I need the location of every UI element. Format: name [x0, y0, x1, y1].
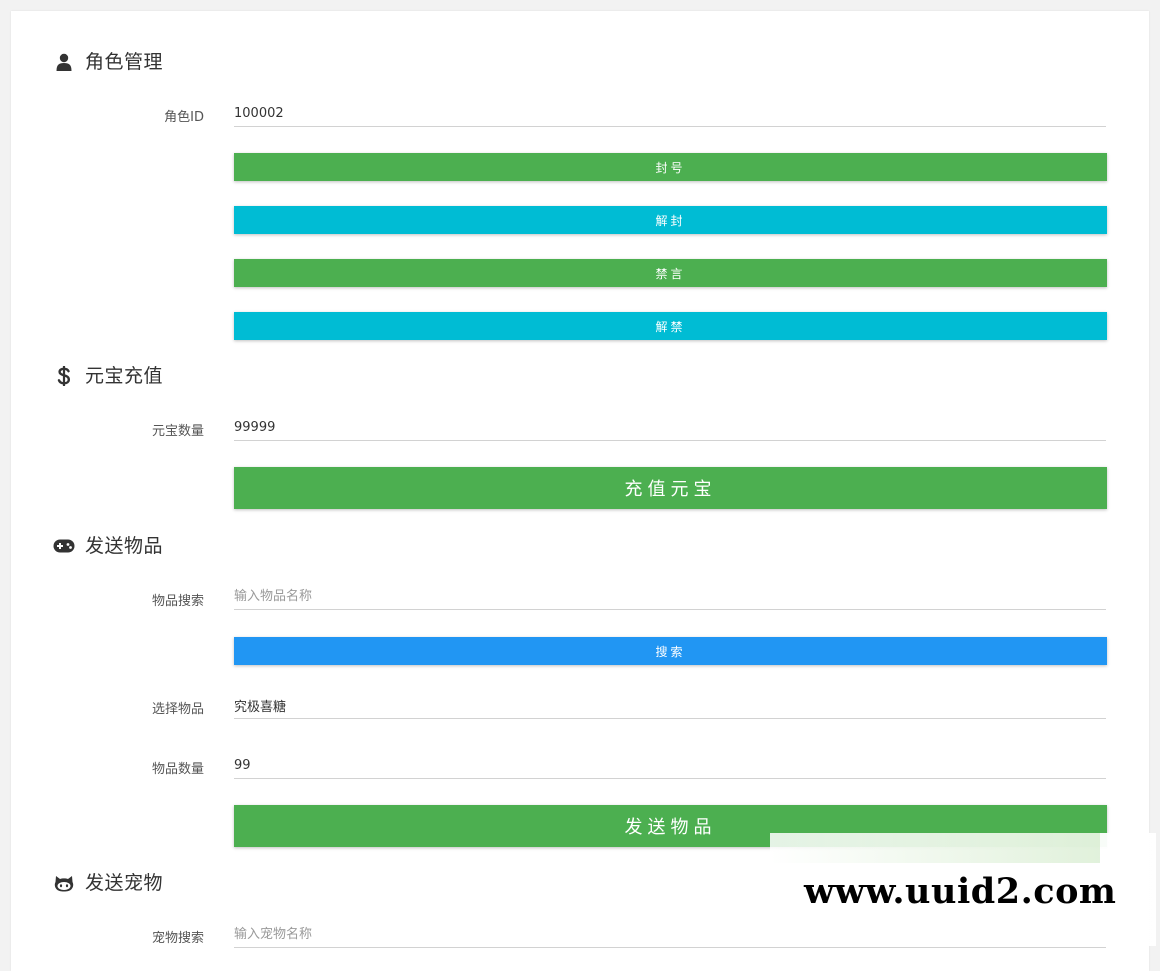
- section-gold-label: 元宝充值: [85, 365, 164, 387]
- recharge-gold-button[interactable]: 充值元宝: [234, 467, 1107, 509]
- item-select-field[interactable]: [234, 692, 1106, 719]
- section-item-label: 发送物品: [85, 535, 164, 557]
- user-icon: [53, 51, 75, 73]
- unmute-button[interactable]: 解禁: [234, 312, 1107, 340]
- section-item-title: 发送物品: [53, 533, 163, 559]
- gold-amount-label: 元宝数量: [151, 424, 204, 439]
- main-card: 角色管理 角色ID 封号 解封 禁言 解禁 元宝充值 元宝数量 充值元宝: [11, 11, 1149, 971]
- github-cat-icon: [53, 872, 75, 894]
- section-gold-title: 元宝充值: [53, 363, 163, 389]
- role-id-label: 角色ID: [164, 110, 204, 125]
- item-search-button[interactable]: 搜索: [234, 637, 1107, 665]
- dollar-icon: [53, 365, 75, 387]
- watermark-text: www.uuid2.com: [804, 871, 1117, 912]
- item-search-label: 物品搜索: [151, 594, 204, 609]
- item-select-label: 选择物品: [151, 702, 204, 717]
- section-pet-title: 发送宠物: [53, 870, 163, 896]
- role-id-input[interactable]: [234, 100, 1106, 127]
- section-role-label: 角色管理: [85, 51, 164, 73]
- gold-amount-input[interactable]: [234, 414, 1106, 441]
- item-qty-label: 物品数量: [151, 762, 204, 777]
- watermark: www.uuid2.com: [770, 833, 1156, 946]
- unban-button[interactable]: 解封: [234, 206, 1107, 234]
- mute-button[interactable]: 禁言: [234, 259, 1107, 287]
- item-search-input[interactable]: [234, 583, 1106, 610]
- section-pet-label: 发送宠物: [85, 872, 164, 894]
- item-qty-input[interactable]: [234, 752, 1106, 779]
- section-role-title: 角色管理: [53, 49, 163, 75]
- pet-search-label: 宠物搜索: [151, 931, 204, 946]
- ban-button[interactable]: 封号: [234, 153, 1107, 181]
- gamepad-icon: [53, 535, 75, 557]
- watermark-glow: [770, 833, 1100, 863]
